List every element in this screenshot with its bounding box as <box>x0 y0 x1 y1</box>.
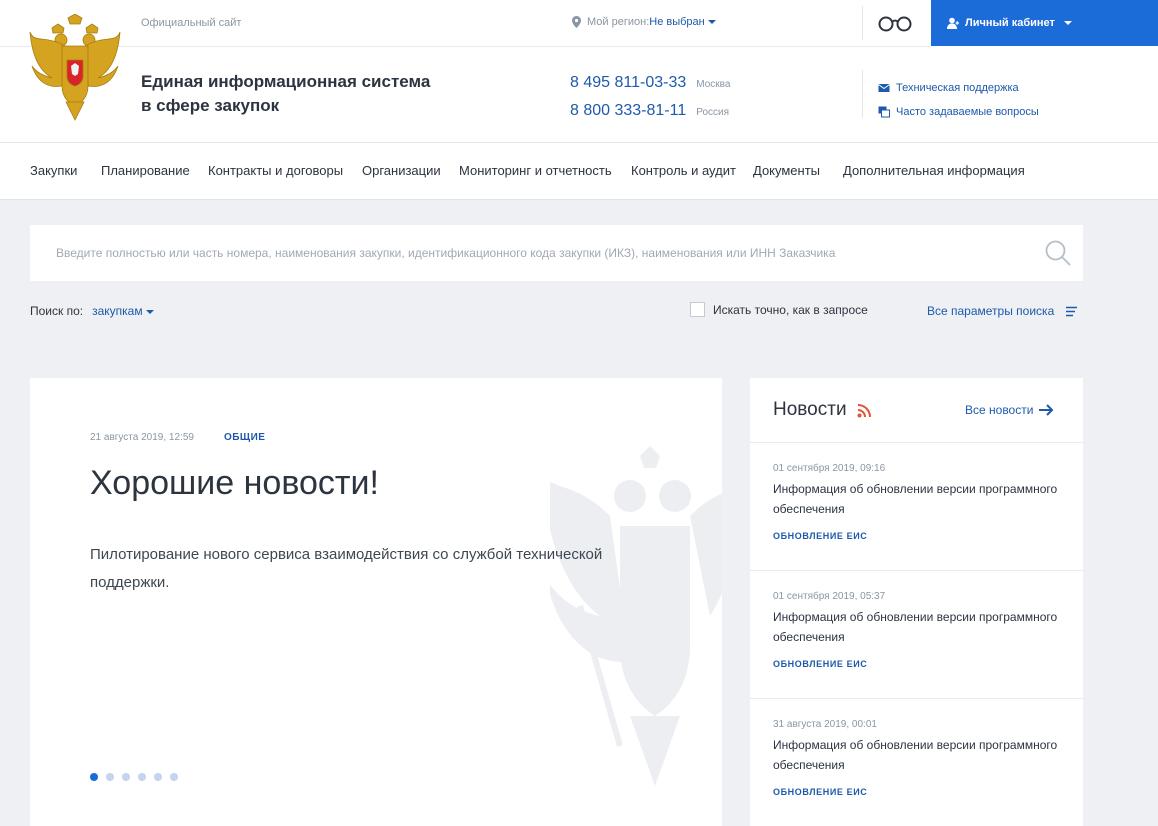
news-item-date: 01 сентября 2019, 09:16 <box>773 463 886 474</box>
region-label: Мой регион: <box>587 16 650 28</box>
exact-match-checkbox[interactable] <box>690 302 705 317</box>
user-icon <box>947 17 959 29</box>
faq-link[interactable]: Часто задаваемые вопросы <box>878 100 1039 124</box>
coat-of-arms-icon[interactable] <box>28 14 122 122</box>
news-item-category[interactable]: ОБНОВЛЕНИЕ ЕИС <box>773 659 867 669</box>
personal-cabinet-button[interactable]: Личный кабинет <box>931 0 1158 46</box>
nav-item-purchases[interactable]: Закупки <box>30 163 77 178</box>
featured-news-card[interactable]: 21 августа 2019, 12:59 ОБЩИЕ Хорошие нов… <box>30 378 722 826</box>
news-item-category[interactable]: ОБНОВЛЕНИЕ ЕИС <box>773 787 867 797</box>
featured-meta: 21 августа 2019, 12:59 ОБЩИЕ <box>90 432 265 443</box>
news-title: Новости <box>773 399 847 420</box>
search-input[interactable] <box>30 225 1030 281</box>
search-by-label: Поиск по: <box>30 304 84 318</box>
carousel-dots <box>90 773 178 781</box>
news-item[interactable]: 01 сентября 2019, 09:16 Информация об об… <box>750 443 1083 571</box>
site-name-line2: в сфере закупок <box>141 96 280 115</box>
chevron-down-icon <box>1063 21 1072 25</box>
nav-item-control[interactable]: Контроль и аудит <box>631 163 736 178</box>
carousel-dot[interactable] <box>106 773 114 781</box>
news-item-title[interactable]: Информация об обновлении версии программ… <box>773 607 1063 647</box>
support-link-label: Техническая поддержка <box>896 82 1019 94</box>
carousel-dot[interactable] <box>154 773 162 781</box>
news-item-title[interactable]: Информация об обновлении версии программ… <box>773 479 1063 519</box>
news-item-date: 31 августа 2019, 00:01 <box>773 719 877 730</box>
news-item-date: 01 сентября 2019, 05:37 <box>773 591 886 602</box>
search-by: Поиск по: закупкам <box>30 304 154 318</box>
region-selector[interactable]: Мой регион:Не выбран <box>572 16 716 28</box>
glasses-icon[interactable] <box>878 13 912 33</box>
nav-item-organizations[interactable]: Организации <box>362 163 441 178</box>
phone-city: Россия <box>696 107 730 118</box>
exact-match-option[interactable]: Искать точно, как в запросе <box>690 302 868 317</box>
mail-icon <box>878 84 890 92</box>
carousel-dot[interactable] <box>90 773 98 781</box>
all-news-label: Все новости <box>965 403 1034 417</box>
search-by-select[interactable]: закупкам <box>92 304 154 318</box>
support-links: Техническая поддержка Часто задаваемые в… <box>878 76 1039 124</box>
phone-number[interactable]: 8 800 333-81-11 <box>570 102 686 120</box>
eagle-watermark-icon <box>550 446 722 786</box>
chevron-down-icon <box>707 20 716 25</box>
official-site-label: Официальный сайт <box>141 17 242 29</box>
nav-item-monitoring[interactable]: Мониторинг и отчетность <box>459 163 612 178</box>
search-by-value: закупкам <box>92 304 143 318</box>
news-header: Новости Все новости <box>750 378 1083 443</box>
faq-link-label: Часто задаваемые вопросы <box>896 106 1039 118</box>
main-nav: Закупки Планирование Контракты и договор… <box>0 143 1158 200</box>
news-item[interactable]: 31 августа 2019, 00:01 Информация об обн… <box>750 699 1083 826</box>
nav-item-documents[interactable]: Документы <box>753 163 820 178</box>
header-divider <box>0 46 931 47</box>
news-item-title[interactable]: Информация об обновлении версии программ… <box>773 735 1063 775</box>
rss-icon[interactable] <box>857 404 871 418</box>
cabinet-label: Личный кабинет <box>965 17 1055 29</box>
nav-item-additional-info[interactable]: Дополнительная информация <box>843 163 1025 178</box>
featured-date: 21 августа 2019, 12:59 <box>90 432 194 443</box>
news-item-category[interactable]: ОБНОВЛЕНИЕ ЕИС <box>773 531 867 541</box>
nav-item-contracts[interactable]: Контракты и договоры <box>208 163 343 178</box>
search-box <box>30 225 1083 281</box>
nav-item-planning[interactable]: Планирование <box>101 163 190 178</box>
phone-list: 8 495 811-03-33 Москва 8 800 333-81-11 Р… <box>570 74 730 130</box>
header-separator <box>862 6 863 40</box>
phone-item: 8 495 811-03-33 Москва <box>570 74 730 102</box>
exact-match-label: Искать точно, как в запросе <box>713 302 868 317</box>
carousel-dot[interactable] <box>122 773 130 781</box>
featured-text: Пилотирование нового сервиса взаимодейст… <box>90 546 603 591</box>
phone-number[interactable]: 8 495 811-03-33 <box>570 74 686 92</box>
faq-icon <box>878 106 890 118</box>
all-news-link[interactable]: Все новости <box>965 403 1054 417</box>
site-header: Официальный сайт Единая информационная с… <box>0 0 1158 143</box>
featured-category[interactable]: ОБЩИЕ <box>224 432 266 443</box>
all-search-params-link[interactable]: Все параметры поиска <box>927 304 1078 318</box>
phone-city: Москва <box>696 79 731 90</box>
featured-title[interactable]: Хорошие новости! <box>90 464 379 503</box>
location-pin-icon <box>572 16 581 28</box>
search-icon[interactable] <box>1045 240 1071 266</box>
all-search-params-label: Все параметры поиска <box>927 304 1055 318</box>
region-value[interactable]: Не выбран <box>649 16 704 28</box>
site-name[interactable]: Единая информационная система в сфере за… <box>141 70 430 118</box>
news-panel: Новости Все новости 01 сентября 2019, 09… <box>750 378 1083 826</box>
carousel-dot[interactable] <box>138 773 146 781</box>
filter-lines-icon <box>1066 306 1078 316</box>
support-link[interactable]: Техническая поддержка <box>878 76 1039 100</box>
chevron-down-icon <box>145 309 154 314</box>
arrow-right-icon <box>1039 404 1054 416</box>
news-item[interactable]: 01 сентября 2019, 05:37 Информация об об… <box>750 571 1083 699</box>
header-separator <box>862 70 863 118</box>
site-name-line1: Единая информационная система <box>141 72 431 91</box>
phone-item: 8 800 333-81-11 Россия <box>570 102 730 130</box>
carousel-dot[interactable] <box>170 773 178 781</box>
